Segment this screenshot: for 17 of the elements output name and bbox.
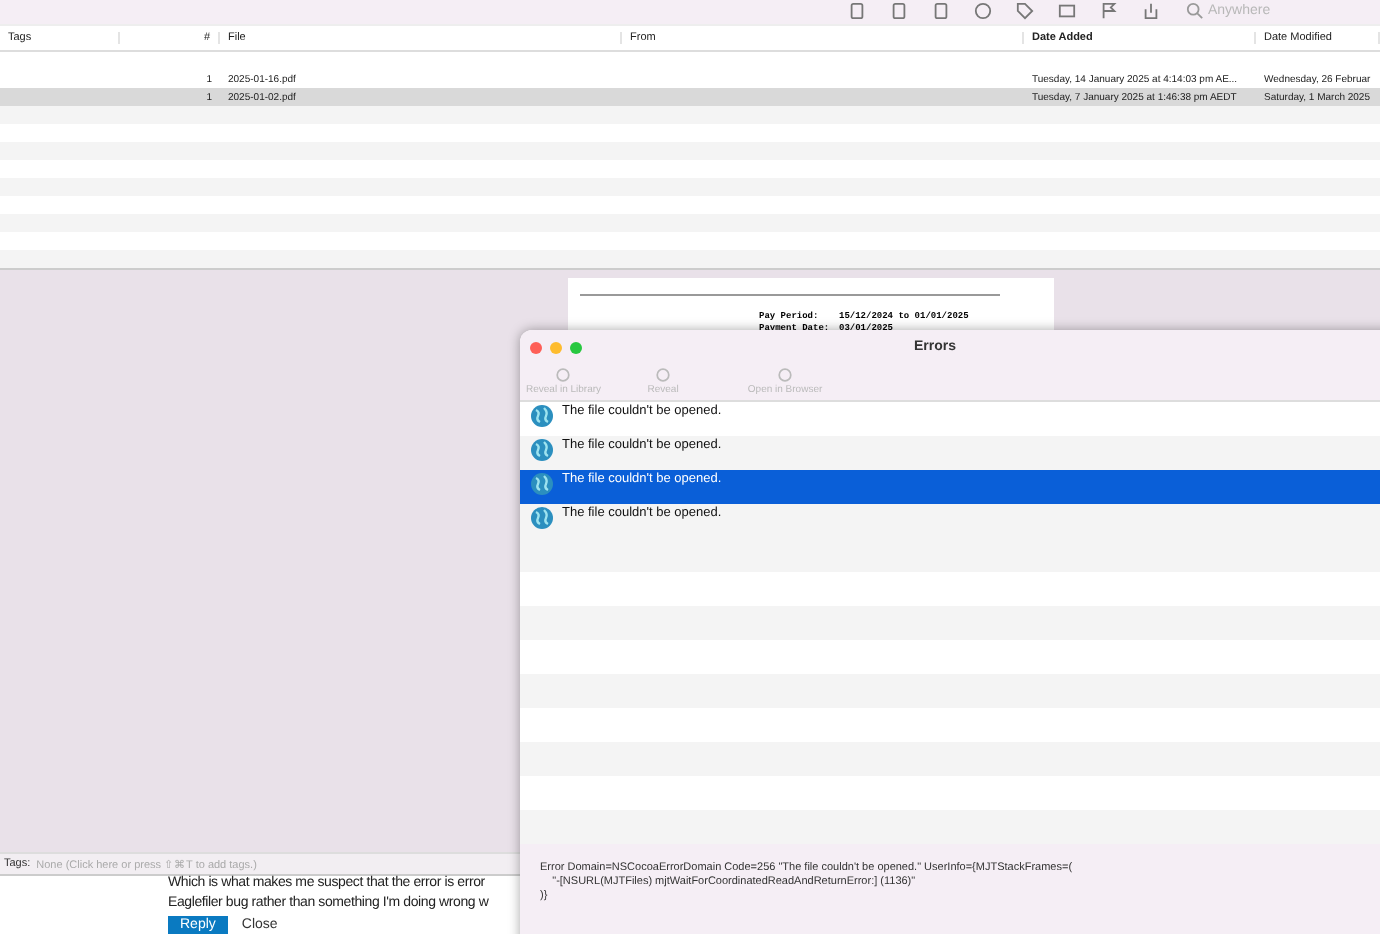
- globe-icon: [530, 506, 554, 530]
- info-icon[interactable]: [974, 2, 992, 20]
- mail-icon[interactable]: [1058, 2, 1076, 20]
- circle-icon: [778, 368, 793, 382]
- circle-icon: [556, 368, 571, 382]
- globe-icon: [530, 472, 554, 496]
- close-icon[interactable]: [530, 341, 542, 353]
- document-icon[interactable]: [848, 2, 866, 20]
- document-icon[interactable]: [890, 2, 908, 20]
- tag-icon[interactable]: [1016, 2, 1034, 20]
- share-icon[interactable]: [1142, 2, 1160, 20]
- globe-icon: [530, 438, 554, 462]
- circle-icon: [656, 368, 671, 382]
- document-icon[interactable]: [932, 2, 950, 20]
- search-icon: [1186, 2, 1204, 20]
- globe-icon: [530, 404, 554, 428]
- flag-icon[interactable]: [1100, 2, 1118, 20]
